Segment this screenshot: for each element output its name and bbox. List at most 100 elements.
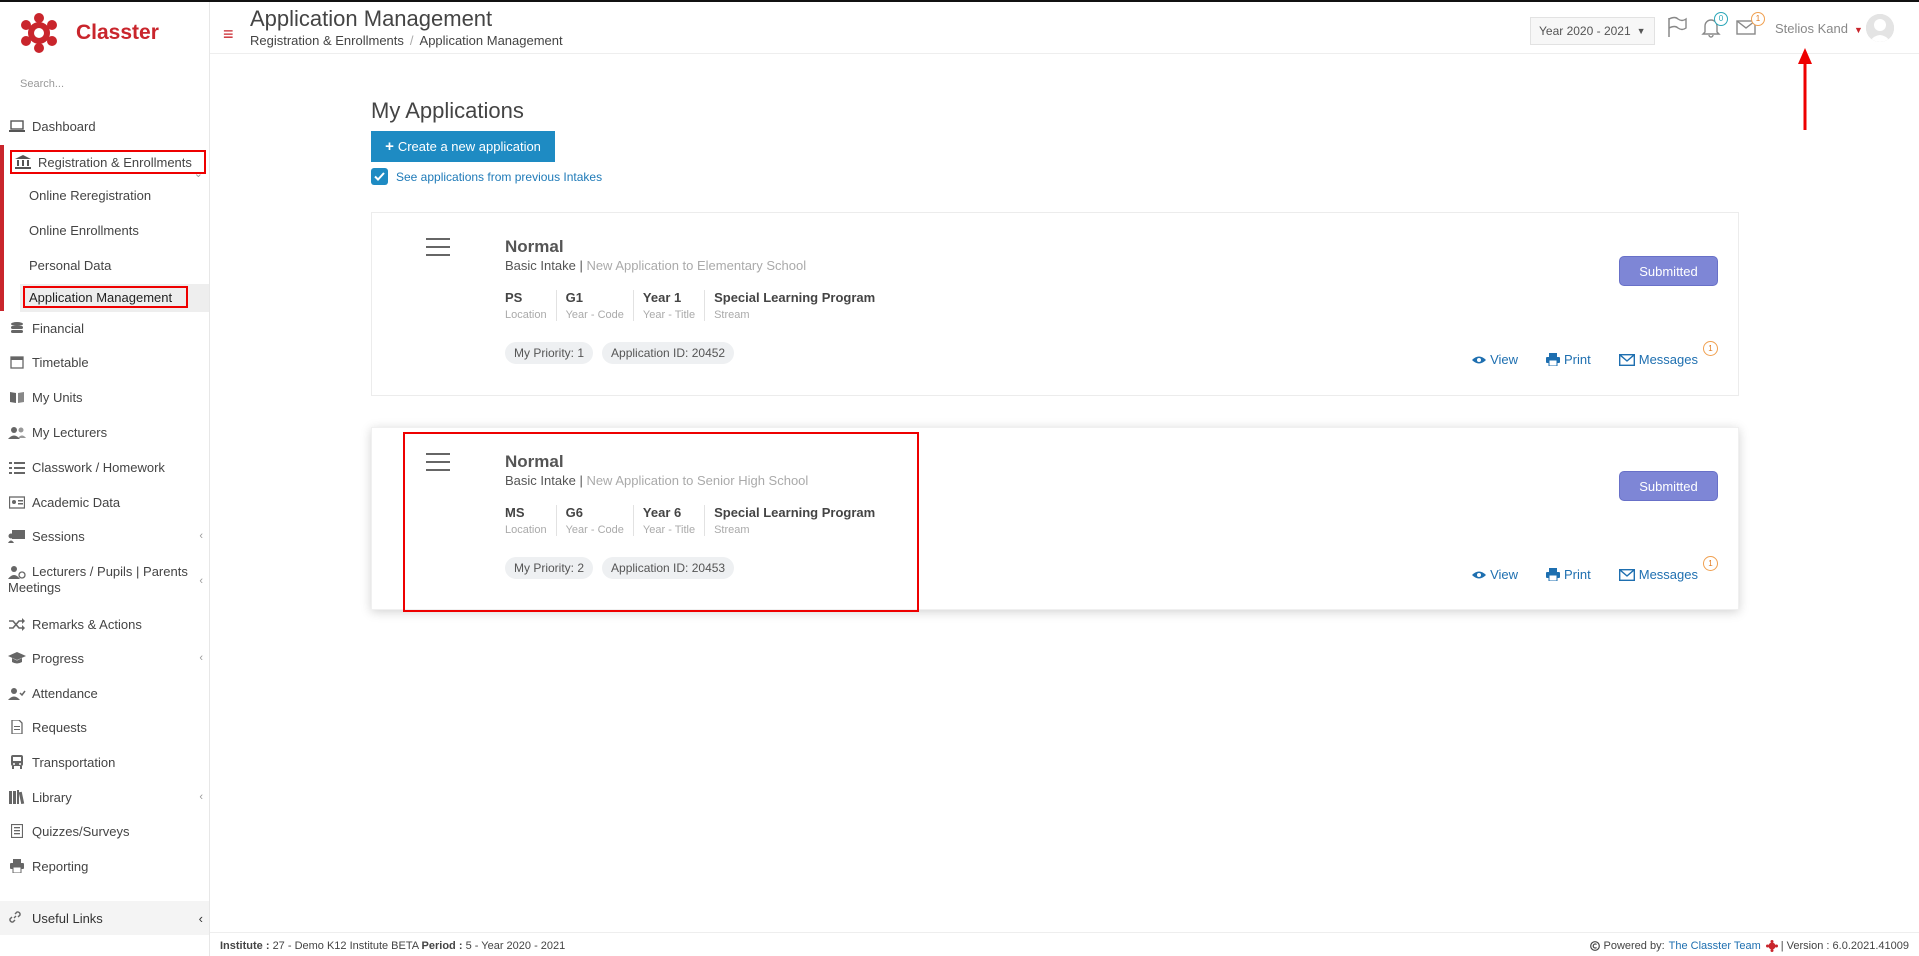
sidebar-item-label: Academic Data	[32, 494, 121, 510]
highlight-box	[23, 286, 188, 308]
print-link[interactable]: Print	[1546, 352, 1591, 367]
sidebar-item-progress[interactable]: Progress ‹	[0, 643, 209, 673]
field-value: Year 1	[642, 290, 682, 305]
sidebar-item-label: Requests	[32, 719, 87, 735]
institute-value: 27 - Demo K12 Institute BETA	[272, 940, 419, 952]
print-label: Print	[1564, 567, 1591, 582]
sidebar-item-label: Financial	[32, 320, 85, 336]
sidebar-item-label: Timetable	[32, 354, 89, 370]
institute-label: Institute :	[220, 940, 270, 952]
field-label: Year - Title	[642, 309, 696, 321]
view-link[interactable]: View	[1472, 352, 1518, 367]
sidebar-item-label: Library	[32, 789, 72, 805]
previous-intakes-checkbox[interactable]: See applications from previous Intakes	[371, 168, 602, 185]
sidebar-item-classwork[interactable]: Classwork / Homework	[0, 452, 209, 482]
previous-intakes-label[interactable]: See applications from previous Intakes	[396, 170, 602, 184]
page-title: Application Management	[250, 6, 493, 31]
sessions-icon	[8, 529, 26, 543]
sidebar-item-timetable[interactable]: Timetable	[0, 347, 209, 377]
sidebar-item-my-units[interactable]: My Units	[0, 382, 209, 412]
sidebar-item-reporting[interactable]: Reporting	[0, 851, 209, 881]
sidebar-item-label: Reporting	[32, 858, 89, 874]
application-actions: View Print Messages 1	[1444, 556, 1718, 582]
field-year-title: Year 1 Year - Title	[632, 290, 704, 321]
sidebar-subitem-online-enrollments[interactable]: Online Enrollments	[29, 218, 139, 242]
breadcrumb-item[interactable]: Registration & Enrollments	[250, 33, 404, 48]
copyright-icon	[1590, 941, 1601, 951]
sidebar-item-useful-links[interactable]: Useful Links ‹	[0, 901, 209, 935]
coins-icon	[8, 321, 26, 335]
create-application-button[interactable]: + Create a new application	[371, 131, 555, 162]
shuffle-icon	[8, 617, 26, 631]
application-subtitle: Basic Intake | New Application to Elemen…	[505, 258, 807, 273]
sidebar-item-quizzes[interactable]: Quizzes/Surveys	[0, 816, 209, 846]
checkmark-icon[interactable]	[371, 168, 388, 185]
sidebar-item-my-lecturers[interactable]: My Lecturers	[0, 417, 209, 447]
document-icon	[8, 720, 26, 734]
sidebar-item-remarks[interactable]: Remarks & Actions	[0, 609, 209, 639]
highlight-box	[403, 432, 919, 612]
footer-institute-info: Institute : 27 - Demo K12 Institute BETA…	[220, 940, 565, 952]
sidebar-subitem-personal-data[interactable]: Personal Data	[29, 253, 111, 277]
sidebar: Classter Search... Dashboard Registratio…	[0, 2, 210, 956]
print-link[interactable]: Print	[1546, 567, 1591, 582]
sidebar-item-sessions[interactable]: Sessions ‹	[0, 521, 209, 551]
create-application-label: Create a new application	[397, 139, 541, 154]
menu-toggle-icon[interactable]: ≡	[223, 24, 234, 45]
field-label: Year - Code	[565, 309, 624, 321]
header-divider	[210, 53, 1919, 54]
book-icon	[8, 390, 26, 404]
annotation-arrow-up-icon	[1798, 48, 1812, 130]
sidebar-item-label: Quizzes/Surveys	[32, 823, 130, 839]
user-name[interactable]: Stelios Kand	[1775, 21, 1848, 36]
sidebar-item-label: Sessions	[32, 528, 85, 544]
sidebar-item-financial[interactable]: Financial	[0, 313, 209, 343]
chevron-left-icon: ‹	[199, 652, 203, 664]
messages-badge: 1	[1751, 12, 1765, 26]
sidebar-item-requests[interactable]: Requests	[0, 712, 209, 742]
print-label: Print	[1564, 352, 1591, 367]
sidebar-search-input[interactable]: Search...	[20, 78, 64, 90]
id-card-icon	[8, 495, 26, 509]
sidebar-item-label: Online Reregistration	[29, 187, 152, 203]
sidebar-item-label: Transportation	[32, 754, 116, 770]
sidebar-item-transportation[interactable]: Transportation	[0, 747, 209, 777]
messages-link[interactable]: Messages 1	[1618, 556, 1718, 582]
sidebar-item-label: Remarks & Actions	[32, 616, 142, 632]
avatar[interactable]	[1866, 14, 1894, 42]
view-link[interactable]: View	[1472, 567, 1518, 582]
sidebar-item-label: Useful Links	[32, 910, 103, 926]
messages-link[interactable]: Messages 1	[1618, 341, 1718, 367]
checklist-icon	[8, 824, 26, 838]
sidebar-subitem-online-reregistration[interactable]: Online Reregistration	[29, 183, 151, 207]
flag-icon[interactable]	[1666, 16, 1692, 42]
messages-label: Messages	[1638, 567, 1698, 582]
sidebar-item-attendance[interactable]: Attendance	[0, 678, 209, 708]
window-top-border	[0, 0, 1919, 2]
sidebar-item-dashboard[interactable]: Dashboard	[0, 111, 209, 141]
year-select[interactable]: Year 2020 - 2021 ▼	[1530, 17, 1655, 45]
caret-down-icon[interactable]: ▼	[1854, 25, 1863, 35]
sidebar-item-label: Lecturers / Pupils | Parents	[32, 564, 188, 579]
printer-icon	[1546, 353, 1561, 366]
caret-down-icon: ▼	[1636, 26, 1646, 36]
user-check-icon	[8, 686, 26, 700]
link-icon	[8, 910, 26, 927]
bus-icon	[8, 755, 26, 769]
sidebar-item-academic-data[interactable]: Academic Data	[0, 487, 209, 517]
logo[interactable]: Classter	[18, 10, 159, 56]
hamburger-menu-icon[interactable]	[426, 237, 450, 257]
year-select-value: Year 2020 - 2021	[1539, 24, 1631, 38]
field-value: PS	[505, 290, 523, 305]
notifications-bell-icon[interactable]: 0	[1700, 12, 1728, 42]
application-id-tag: Application ID: 20452	[602, 342, 735, 364]
breadcrumb: Registration & Enrollments / Application M…	[250, 33, 563, 48]
messages-envelope-icon[interactable]: 1	[1735, 12, 1765, 42]
classter-logo-icon	[18, 12, 60, 54]
calendar-icon	[8, 355, 26, 369]
messages-count-badge: 1	[1703, 341, 1718, 356]
field-label: Stream	[714, 309, 750, 321]
classter-team-link[interactable]: The Classter Team	[1669, 940, 1761, 952]
application-fields: PS Location G1 Year - Code Year 1 Year - Ti…	[505, 290, 884, 321]
sidebar-item-library[interactable]: Library ‹	[0, 782, 209, 812]
